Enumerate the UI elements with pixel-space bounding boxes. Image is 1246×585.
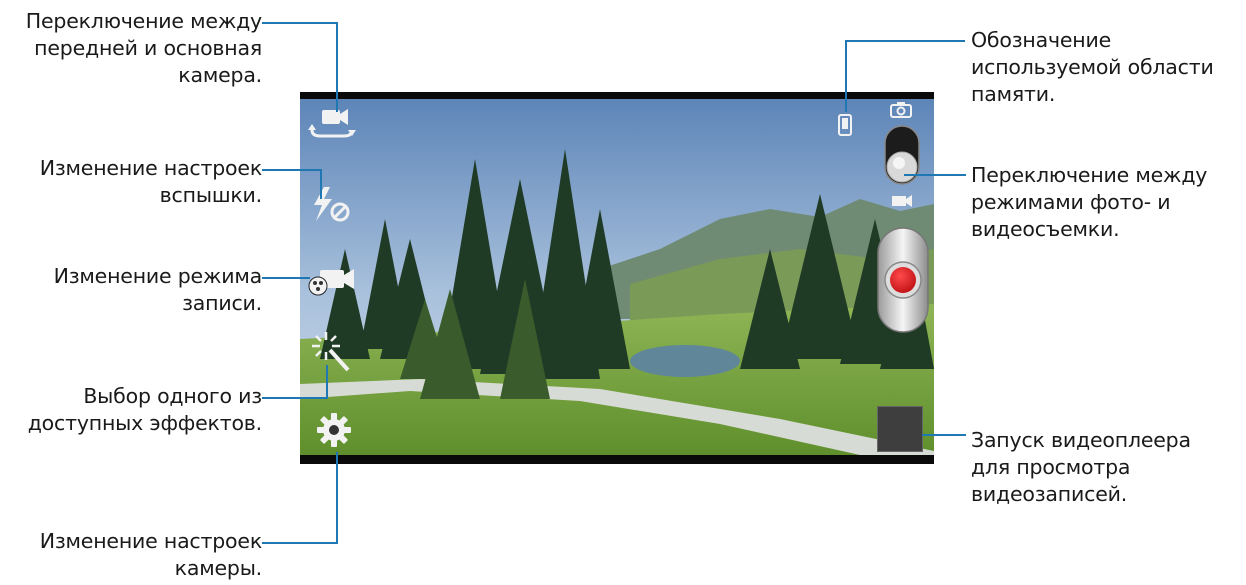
callout-line-switch-camera xyxy=(262,22,338,24)
callout-line-photo-video xyxy=(904,174,966,176)
callout-line-video-player xyxy=(922,434,966,436)
effects-wand-icon[interactable] xyxy=(310,330,354,378)
callout-line-flash xyxy=(262,169,322,171)
label-video-player: Запуск видеоплеера для просмотра видеоза… xyxy=(971,428,1191,506)
label-flash: Изменение настроек вспышки. xyxy=(39,156,263,207)
callout-line-storage xyxy=(845,40,965,42)
callout-line-flash-v xyxy=(320,169,322,199)
gear-icon[interactable] xyxy=(316,412,352,452)
label-switch-camera: Переключение между передней и основная к… xyxy=(25,9,262,87)
phone-storage-icon xyxy=(838,114,852,140)
camera-viewfinder xyxy=(300,92,934,464)
recording-mode-icon[interactable] xyxy=(306,264,358,302)
switch-camera-icon[interactable] xyxy=(306,104,358,148)
callout-line-storage-v xyxy=(845,40,847,112)
video-camera-icon xyxy=(891,193,913,212)
label-storage: Обозначение используемой области памяти. xyxy=(971,28,1214,106)
viewfinder-image xyxy=(300,99,934,455)
callout-line-switch-camera-v xyxy=(336,22,338,112)
callout-line-recording-mode xyxy=(262,277,310,279)
callout-line-effects xyxy=(262,397,328,399)
label-effects: Выбор одного из доступных эффектов. xyxy=(27,384,262,435)
label-camera-settings: Изменение настроек камеры. xyxy=(39,529,263,580)
callout-line-camera-settings-v xyxy=(336,452,338,544)
record-button[interactable] xyxy=(876,226,930,340)
label-photo-video-switch: Переключение между режимами фото- и виде… xyxy=(971,163,1208,241)
video-thumbnail[interactable] xyxy=(877,406,923,452)
flash-off-icon[interactable] xyxy=(308,185,352,229)
camera-icon xyxy=(890,102,912,122)
label-recording-mode: Изменение режима записи. xyxy=(53,264,263,315)
callout-line-camera-settings xyxy=(262,542,338,544)
photo-video-toggle[interactable] xyxy=(884,125,920,189)
callout-line-effects-v xyxy=(326,365,328,399)
